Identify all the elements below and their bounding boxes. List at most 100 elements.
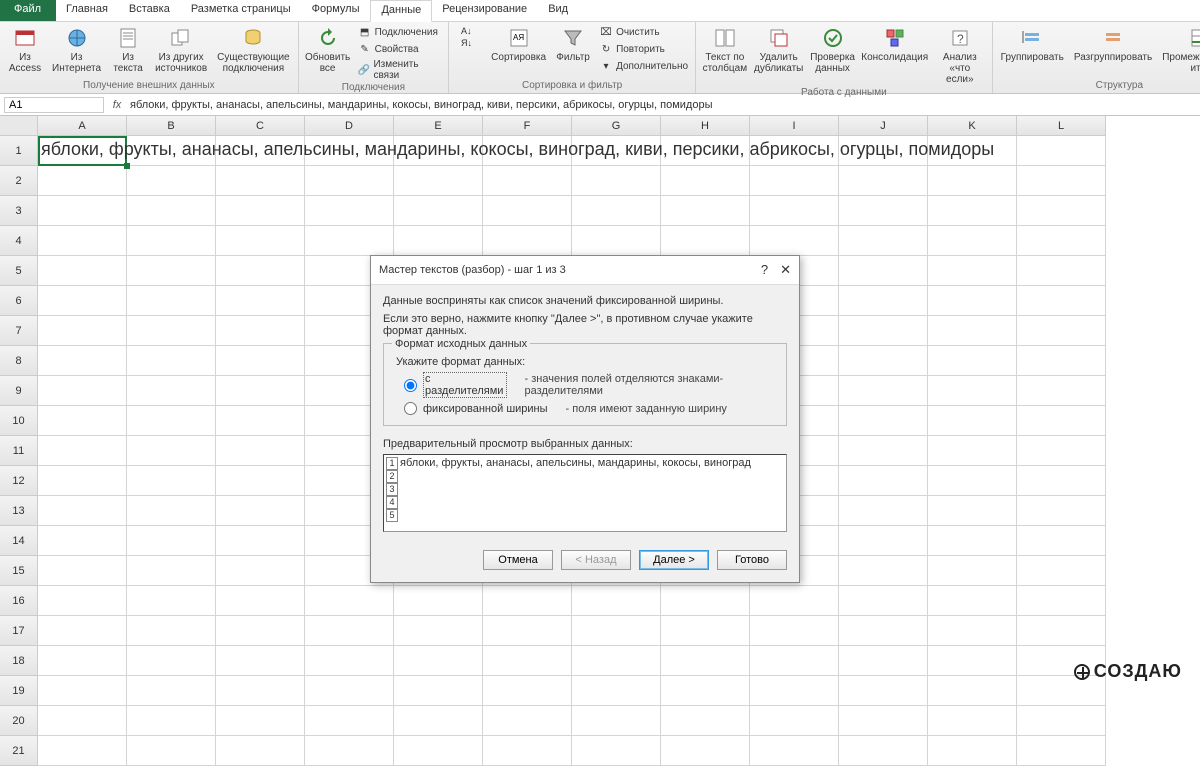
cell[interactable] <box>305 736 394 766</box>
cell[interactable] <box>305 646 394 676</box>
cell[interactable] <box>127 286 216 316</box>
row-header[interactable]: 21 <box>0 736 38 766</box>
text-to-columns-button[interactable]: Текст постолбцам <box>700 24 750 76</box>
column-header[interactable]: D <box>305 116 394 136</box>
cell[interactable] <box>928 196 1017 226</box>
cell[interactable] <box>928 286 1017 316</box>
dialog-help-button[interactable]: ? <box>761 262 768 278</box>
preview-box[interactable]: 1яблоки, фрукты, ананасы, апельсины, ман… <box>383 454 787 532</box>
cell[interactable] <box>839 556 928 586</box>
cell[interactable] <box>661 136 750 166</box>
fill-handle[interactable] <box>124 163 130 169</box>
from-text-button[interactable]: Изтекста <box>107 24 149 76</box>
ungroup-button[interactable]: Разгруппировать <box>1070 24 1156 65</box>
cell[interactable] <box>1017 616 1106 646</box>
cell[interactable] <box>928 316 1017 346</box>
cell[interactable] <box>928 166 1017 196</box>
cell[interactable] <box>572 166 661 196</box>
row-header[interactable]: 17 <box>0 616 38 646</box>
finish-button[interactable]: Готово <box>717 550 787 570</box>
radio-fixed[interactable] <box>404 402 417 415</box>
cell[interactable] <box>1017 286 1106 316</box>
cell[interactable] <box>127 166 216 196</box>
cell[interactable] <box>216 196 305 226</box>
cell[interactable] <box>127 526 216 556</box>
cell[interactable] <box>1017 436 1106 466</box>
cell[interactable] <box>839 136 928 166</box>
cell[interactable] <box>216 316 305 346</box>
column-header[interactable]: C <box>216 116 305 136</box>
cell[interactable] <box>839 226 928 256</box>
tab-view[interactable]: Вид <box>538 0 579 21</box>
cell[interactable] <box>127 466 216 496</box>
row-header[interactable]: 14 <box>0 526 38 556</box>
cell[interactable] <box>38 166 127 196</box>
cell[interactable] <box>38 406 127 436</box>
cell[interactable] <box>38 346 127 376</box>
radio-delimited[interactable] <box>404 379 417 392</box>
cell[interactable] <box>305 196 394 226</box>
cell[interactable] <box>216 676 305 706</box>
cell[interactable] <box>839 586 928 616</box>
cell[interactable] <box>394 166 483 196</box>
cell[interactable] <box>1017 466 1106 496</box>
row-header[interactable]: 19 <box>0 676 38 706</box>
cell[interactable] <box>839 286 928 316</box>
cell[interactable] <box>127 616 216 646</box>
cell[interactable] <box>216 166 305 196</box>
cell[interactable] <box>928 436 1017 466</box>
connections-button[interactable]: ⬒Подключения <box>355 24 445 40</box>
cell[interactable] <box>483 226 572 256</box>
cell[interactable] <box>661 676 750 706</box>
cell[interactable] <box>305 136 394 166</box>
column-header[interactable]: J <box>839 116 928 136</box>
cell[interactable] <box>483 586 572 616</box>
row-header[interactable]: 10 <box>0 406 38 436</box>
cell[interactable] <box>750 616 839 646</box>
cell[interactable] <box>928 676 1017 706</box>
cell[interactable] <box>216 646 305 676</box>
cell[interactable] <box>483 646 572 676</box>
cell[interactable] <box>1017 256 1106 286</box>
row-header[interactable]: 3 <box>0 196 38 226</box>
cell[interactable] <box>928 406 1017 436</box>
consolidate-button[interactable]: Консолидация <box>860 24 930 65</box>
cell[interactable] <box>216 586 305 616</box>
dialog-close-button[interactable]: ✕ <box>780 262 791 278</box>
cell[interactable] <box>483 736 572 766</box>
cell[interactable] <box>394 676 483 706</box>
cell[interactable] <box>38 736 127 766</box>
column-header[interactable]: A <box>38 116 127 136</box>
cell[interactable] <box>661 706 750 736</box>
cell[interactable] <box>38 436 127 466</box>
cell[interactable] <box>839 256 928 286</box>
cell[interactable] <box>127 376 216 406</box>
cell[interactable] <box>928 706 1017 736</box>
cell[interactable] <box>839 376 928 406</box>
cell[interactable] <box>483 196 572 226</box>
column-header[interactable]: H <box>661 116 750 136</box>
cell[interactable] <box>928 526 1017 556</box>
cell[interactable] <box>394 196 483 226</box>
cell[interactable] <box>38 706 127 736</box>
cell[interactable] <box>928 226 1017 256</box>
cell[interactable] <box>839 316 928 346</box>
cell[interactable] <box>1017 196 1106 226</box>
cell[interactable] <box>1017 316 1106 346</box>
sort-az-button[interactable]: А↓Я↓ <box>453 24 485 52</box>
column-header[interactable]: L <box>1017 116 1106 136</box>
cell[interactable] <box>216 406 305 436</box>
cell[interactable] <box>216 496 305 526</box>
cell[interactable] <box>216 616 305 646</box>
cell[interactable] <box>1017 526 1106 556</box>
row-header[interactable]: 20 <box>0 706 38 736</box>
cell[interactable] <box>38 556 127 586</box>
cell[interactable] <box>305 616 394 646</box>
cell[interactable] <box>483 676 572 706</box>
cell[interactable] <box>750 736 839 766</box>
cell[interactable] <box>394 226 483 256</box>
column-header[interactable]: G <box>572 116 661 136</box>
cell[interactable] <box>928 256 1017 286</box>
cell[interactable] <box>394 736 483 766</box>
remove-duplicates-button[interactable]: Удалитьдубликаты <box>752 24 806 76</box>
